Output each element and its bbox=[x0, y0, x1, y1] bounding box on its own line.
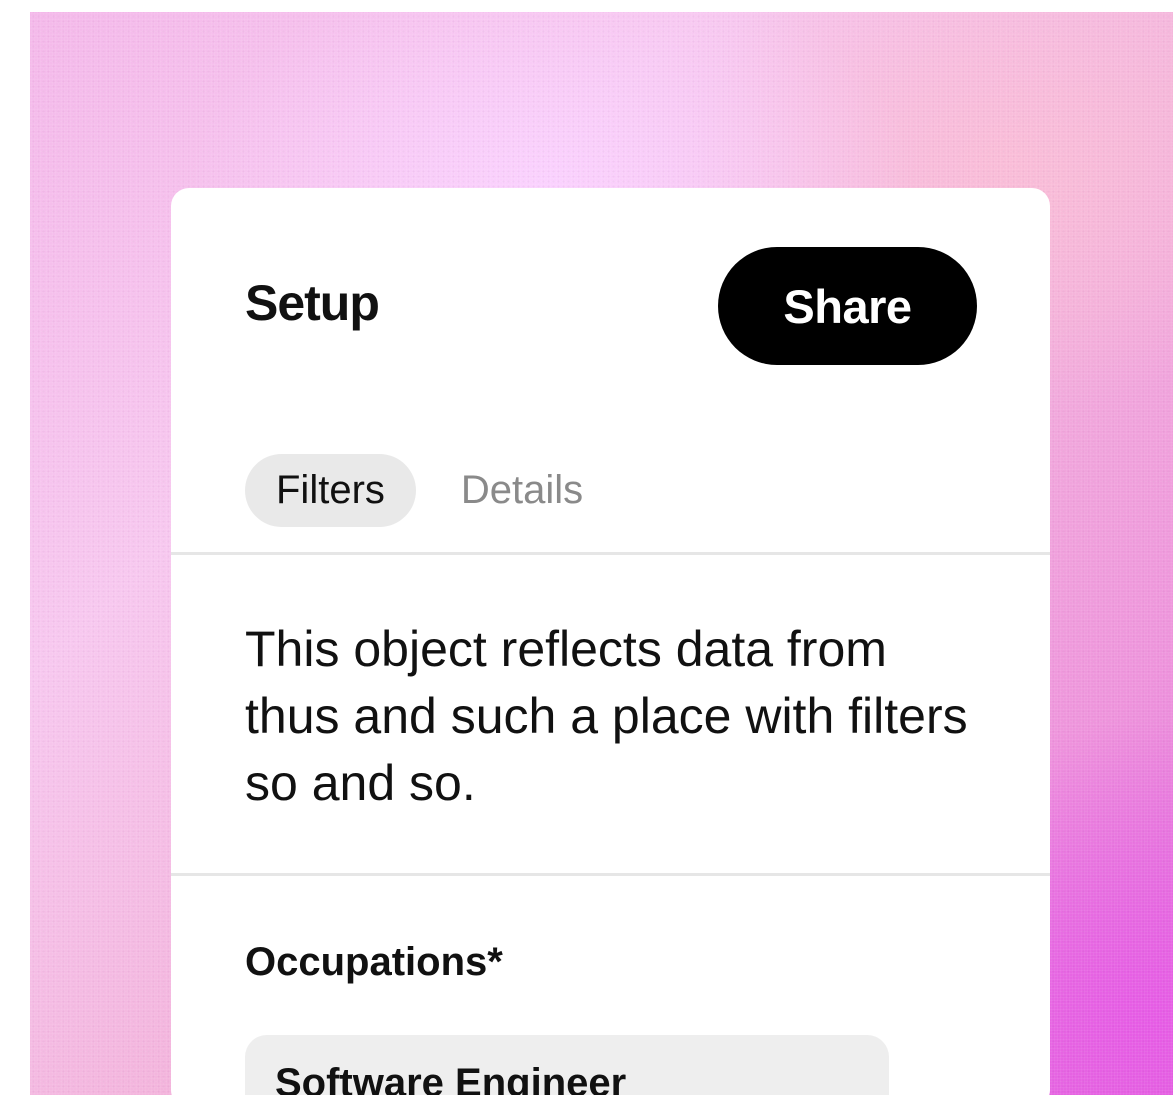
occupations-label: Occupations* bbox=[245, 940, 503, 984]
tab-filters[interactable]: Filters bbox=[245, 454, 416, 527]
setup-panel: Setup Share Filters Details This object … bbox=[171, 188, 1050, 1095]
share-button[interactable]: Share bbox=[718, 247, 977, 365]
panel-title: Setup bbox=[245, 275, 380, 331]
panel-description: This object reflects data from thus and … bbox=[245, 621, 968, 811]
section-divider bbox=[171, 873, 1050, 876]
tab-bar: Filters Details bbox=[245, 454, 614, 527]
occupation-chip-software-engineer[interactable]: Software Engineer bbox=[245, 1035, 889, 1095]
page: Setup Share Filters Details This object … bbox=[0, 0, 1173, 1095]
tab-details[interactable]: Details bbox=[416, 454, 614, 527]
panel-header: Setup Share bbox=[245, 247, 977, 365]
occupation-chip-label: Software Engineer bbox=[275, 1061, 627, 1095]
tabs-divider bbox=[171, 552, 1050, 555]
